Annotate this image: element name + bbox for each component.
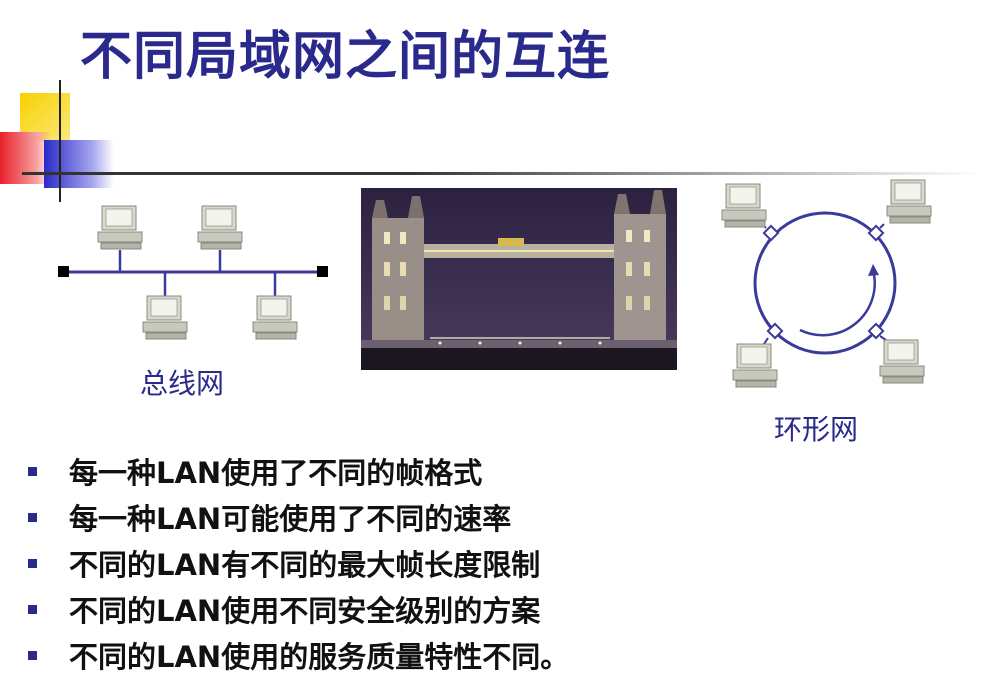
- list-item: 每一种LAN可能使用了不同的速率: [28, 494, 569, 540]
- bullet-square-icon: [28, 466, 37, 476]
- bullet-list: 每一种LAN使用了不同的帧格式 每一种LAN可能使用了不同的速率 不同的LAN有…: [28, 448, 569, 678]
- bullet-text: 不同的LAN使用不同安全级别的方案: [69, 594, 541, 628]
- bullet-text: 每一种LAN可能使用了不同的速率: [69, 502, 512, 536]
- list-item: 不同的LAN使用不同安全级别的方案: [28, 586, 569, 632]
- ring-network-diagram: [721, 179, 932, 388]
- list-item: 不同的LAN有不同的最大帧长度限制: [28, 540, 569, 586]
- computer-icon: [886, 179, 932, 224]
- tower-bridge-photo: [361, 188, 677, 370]
- bullet-square-icon: [28, 512, 37, 522]
- ring-direction-arrow: [799, 269, 876, 337]
- ring-network-label: 环形网: [774, 413, 859, 446]
- computer-icon: [142, 295, 188, 340]
- computer-icon: [252, 295, 298, 340]
- list-item: 每一种LAN使用了不同的帧格式: [28, 448, 569, 494]
- list-item: 不同的LAN使用的服务质量特性不同。: [28, 632, 569, 678]
- bullet-square-icon: [28, 650, 37, 660]
- bullet-square-icon: [28, 558, 37, 568]
- computer-icon: [721, 183, 767, 228]
- bullet-square-icon: [28, 604, 37, 614]
- computer-icon: [879, 339, 925, 384]
- bullet-text: 不同的LAN有不同的最大帧长度限制: [69, 548, 541, 582]
- bus-terminator-right: [317, 266, 328, 277]
- bullet-text: 每一种LAN使用了不同的帧格式: [69, 456, 483, 490]
- computer-icon: [732, 343, 778, 388]
- bullet-text: 不同的LAN使用的服务质量特性不同。: [69, 640, 570, 674]
- bus-network-label: 总线网: [140, 367, 225, 400]
- computer-icon: [197, 205, 243, 250]
- computer-icon: [97, 205, 143, 250]
- bus-terminator-left: [58, 266, 69, 277]
